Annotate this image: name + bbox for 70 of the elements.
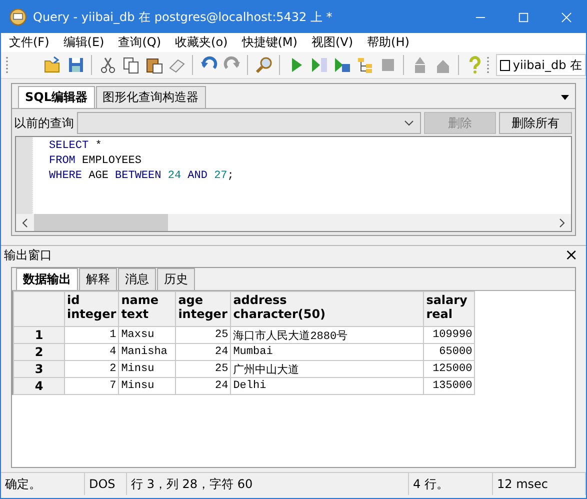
row-number[interactable]: 4 xyxy=(14,378,64,394)
code-line: SELECT * xyxy=(49,140,103,154)
menu-item[interactable]: 视图(V) xyxy=(311,34,354,51)
table-cell: 135000 xyxy=(424,378,475,394)
paste-icon[interactable] xyxy=(144,56,162,74)
cut-icon[interactable] xyxy=(98,56,116,74)
output-tab[interactable]: 数据输出 xyxy=(16,268,78,290)
table-cell: Delhi xyxy=(230,378,424,394)
table-cell: 1 xyxy=(64,326,119,344)
runscript-icon[interactable] xyxy=(310,56,328,74)
output-tab[interactable]: 解释 xyxy=(79,268,117,290)
field-label: 以前的查询 xyxy=(14,114,74,132)
menu-item[interactable]: 查询(Q) xyxy=(118,34,162,51)
table-cell: 65000 xyxy=(424,344,475,360)
explain-icon[interactable] xyxy=(356,56,374,74)
open-icon[interactable] xyxy=(44,56,62,74)
grip-icon xyxy=(5,56,9,74)
table-cell: Minsu xyxy=(118,378,176,394)
scroll-left-icon[interactable] xyxy=(22,218,28,228)
table-cell: Manisha xyxy=(118,344,176,360)
row-number[interactable]: 1 xyxy=(14,326,64,344)
status-text: 确定。 xyxy=(5,476,41,492)
runfile-icon[interactable] xyxy=(332,56,350,74)
save-icon[interactable] xyxy=(66,56,84,74)
copy-icon[interactable] xyxy=(122,56,140,74)
table-cell: 7 xyxy=(64,378,119,394)
maximize-icon[interactable] xyxy=(518,12,529,22)
row-number[interactable]: 3 xyxy=(14,360,64,378)
close-button[interactable]: × xyxy=(564,247,578,263)
app-icon xyxy=(9,8,27,26)
panel-title: 输出窗口 xyxy=(4,246,52,264)
menu-item[interactable]: 快捷键(M) xyxy=(242,34,298,51)
table-cell: 2 xyxy=(64,360,119,378)
table-cell: 24 xyxy=(176,344,231,360)
menu-item[interactable]: 文件(F) xyxy=(9,34,50,51)
table-cell: 海口市人民大道2880号 xyxy=(230,326,424,344)
status-text: DOS xyxy=(89,477,116,491)
query-button[interactable]: 删除所有 xyxy=(499,112,572,134)
menu-item[interactable]: 编辑(E) xyxy=(63,34,104,51)
status-text: 行 3，列 28，字符 60 xyxy=(131,476,253,492)
row-number[interactable]: 2 xyxy=(14,344,64,360)
editor-tab[interactable]: SQL编辑器 xyxy=(18,86,94,108)
window-title: Query - yiibai_db 在 postgres@localhost:5432 上 * xyxy=(33,8,334,26)
code-line: FROM EMPLOYEES xyxy=(49,155,142,169)
grip-icon xyxy=(486,56,490,74)
status-text: 4 行。 xyxy=(413,476,448,492)
status-text: 12 msec xyxy=(497,477,548,491)
scroll-right-icon[interactable] xyxy=(559,218,565,228)
code-line: WHERE AGE BETWEEN 24 AND 27; xyxy=(49,170,234,184)
scrollbar-thumb[interactable] xyxy=(34,214,168,231)
close-icon[interactable] xyxy=(561,12,572,22)
output-tab[interactable]: 历史 xyxy=(157,268,195,290)
menu-item[interactable]: 帮助(H) xyxy=(367,34,410,51)
table-cell: Maxsu xyxy=(118,326,176,344)
table-cell: 125000 xyxy=(424,360,475,378)
editor-tab[interactable]: 图形化查询构造器 xyxy=(96,86,206,108)
table-cell: 109990 xyxy=(424,326,475,344)
table-cell: 24 xyxy=(176,378,231,394)
chevron-down-icon[interactable] xyxy=(404,120,414,126)
table-cell: 25 xyxy=(176,326,231,344)
dropdown-icon[interactable] xyxy=(561,95,569,100)
table-cell: 广州中山大道 xyxy=(230,360,424,378)
table-cell: 25 xyxy=(176,360,231,378)
table-cell: Mumbai xyxy=(230,344,424,360)
table-cell: Minsu xyxy=(118,360,176,378)
menu-item[interactable]: 收藏夹(o) xyxy=(175,34,228,51)
output-tab[interactable]: 消息 xyxy=(118,268,156,290)
connection-field[interactable]: yiibai_db 在 xyxy=(496,54,586,76)
table-cell: 4 xyxy=(64,344,119,360)
find-icon[interactable] xyxy=(254,56,272,74)
